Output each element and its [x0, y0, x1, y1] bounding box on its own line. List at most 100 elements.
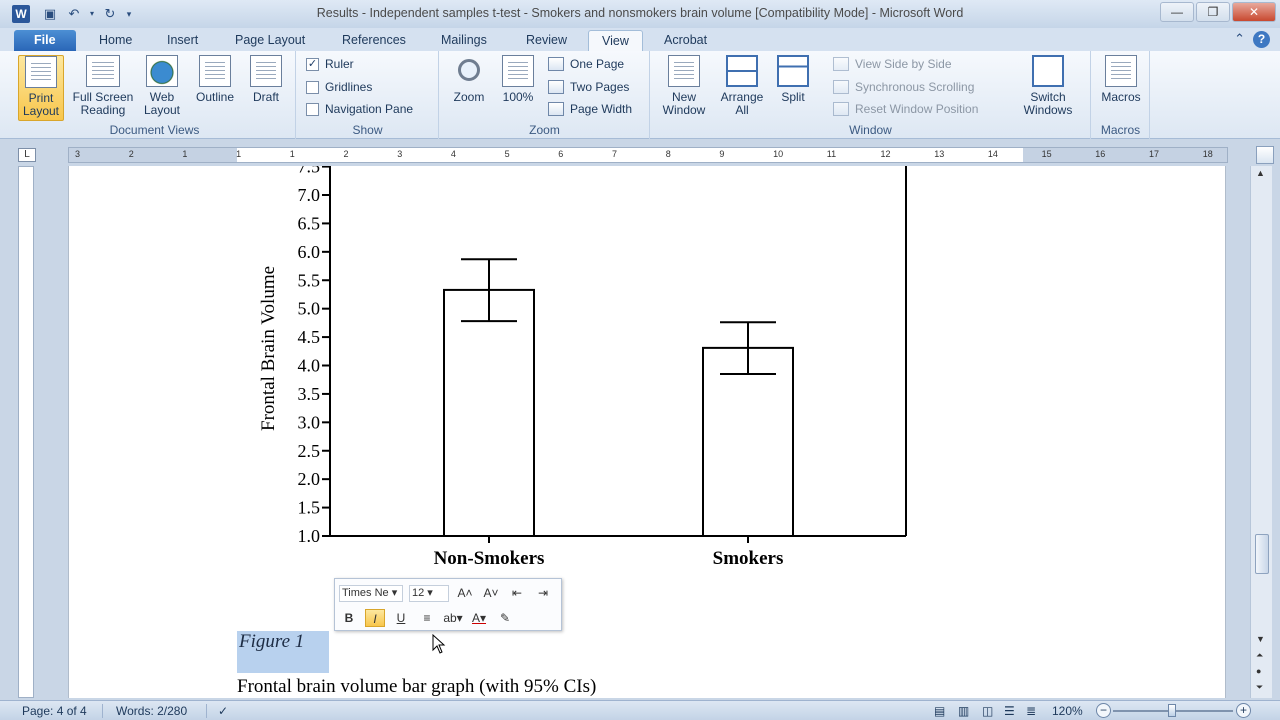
- zoom-level[interactable]: 120%: [1052, 704, 1083, 718]
- zoom-out-icon[interactable]: −: [1096, 703, 1111, 718]
- grow-font-icon[interactable]: A˄: [455, 584, 475, 602]
- draft-icon: [250, 55, 282, 87]
- draft-button[interactable]: Draft: [246, 55, 286, 104]
- split-button[interactable]: Split: [773, 55, 813, 104]
- print-layout-button[interactable]: Print Layout: [18, 55, 64, 121]
- document-page[interactable]: [68, 166, 1226, 698]
- navigation-pane-checkbox[interactable]: Navigation Pane: [306, 102, 413, 116]
- zoom-in-icon[interactable]: +: [1236, 703, 1251, 718]
- vertical-ruler[interactable]: [18, 166, 34, 698]
- tab-home[interactable]: Home: [93, 30, 138, 51]
- outline-button[interactable]: Outline: [190, 55, 240, 104]
- new-window-icon: [668, 55, 700, 87]
- full-screen-reading-icon: [86, 55, 120, 87]
- arrange-all-button[interactable]: Arrange All: [715, 55, 769, 117]
- font-size-dropdown[interactable]: 12 ▾: [409, 584, 449, 602]
- maximize-button[interactable]: ❐: [1196, 2, 1230, 22]
- synchronous-scrolling-button[interactable]: Synchronous Scrolling: [833, 80, 974, 94]
- scroll-down-icon[interactable]: ▼: [1256, 634, 1265, 644]
- next-page-icon[interactable]: ⏷: [1256, 682, 1263, 693]
- help-icon[interactable]: ?: [1253, 31, 1270, 48]
- ruler-number: 3: [397, 149, 403, 159]
- ruler-number: 1: [182, 149, 188, 159]
- decrease-indent-icon[interactable]: ⇤: [507, 584, 527, 602]
- page-count[interactable]: Page: 4 of 4: [22, 704, 87, 718]
- shrink-font-icon[interactable]: A˅: [481, 584, 501, 602]
- new-window-button[interactable]: New Window: [657, 55, 711, 117]
- increase-indent-icon[interactable]: ⇥: [533, 584, 553, 602]
- web-layout-view-icon[interactable]: ◫: [982, 704, 993, 718]
- view-ruler-button[interactable]: [1256, 146, 1274, 164]
- mini-toolbar: Times Ne ▾ 12 ▾ A˄ A˅ ⇤ ⇥ B I U ≡ ab▾ A▾…: [334, 578, 562, 631]
- ruler-check-icon: ✓: [306, 57, 319, 71]
- underline-button[interactable]: U: [391, 609, 411, 627]
- tab-file[interactable]: File: [14, 30, 76, 51]
- outline-icon: [199, 55, 231, 87]
- ruler-number: 2: [343, 149, 349, 159]
- tab-references[interactable]: References: [336, 30, 412, 51]
- tab-mailings[interactable]: Mailings: [435, 30, 493, 51]
- figure-caption[interactable]: Frontal brain volume bar graph (with 95%…: [237, 676, 596, 698]
- format-painter-icon[interactable]: ✎: [495, 609, 515, 627]
- highlight-icon[interactable]: ab▾: [443, 609, 463, 627]
- previous-page-icon[interactable]: ⏶: [1256, 650, 1263, 661]
- switch-windows-button[interactable]: Switch Windows: [1011, 55, 1085, 117]
- page-width-button[interactable]: Page Width: [548, 102, 632, 116]
- tab-page-layout[interactable]: Page Layout: [229, 30, 311, 51]
- close-button[interactable]: ✕: [1232, 2, 1276, 22]
- scroll-up-icon[interactable]: ▲: [1256, 168, 1265, 178]
- word-count[interactable]: Words: 2/280: [116, 704, 187, 718]
- web-layout-button[interactable]: Web Layout: [142, 55, 182, 117]
- italic-button[interactable]: I: [365, 609, 385, 627]
- select-browse-object-icon[interactable]: ●: [1256, 666, 1261, 676]
- zoom-button[interactable]: Zoom: [448, 55, 490, 104]
- ruler-checkbox[interactable]: ✓ Ruler: [306, 57, 354, 71]
- ribbon-tabs: File Home Insert Page Layout References …: [0, 28, 1280, 51]
- one-page-icon: [548, 57, 564, 71]
- tab-selector-button[interactable]: L: [18, 148, 36, 162]
- split-icon: [777, 55, 809, 87]
- magnifier-icon: [458, 59, 480, 81]
- print-layout-view-icon[interactable]: ▤: [934, 704, 945, 718]
- status-separator: [102, 704, 103, 718]
- two-pages-button[interactable]: Two Pages: [548, 80, 629, 94]
- font-name-dropdown[interactable]: Times Ne ▾: [339, 584, 403, 602]
- arrange-all-icon: [726, 55, 758, 87]
- proofing-icon[interactable]: ✓: [218, 704, 228, 718]
- full-screen-reading-button[interactable]: Full Screen Reading: [68, 55, 138, 117]
- zoom-100-button[interactable]: 100%: [498, 55, 538, 104]
- ribbon: Print Layout Full Screen Reading Web Lay…: [0, 51, 1280, 139]
- minimize-ribbon-icon[interactable]: ⌃: [1234, 31, 1245, 48]
- macros-button[interactable]: Macros: [1098, 55, 1144, 104]
- web-layout-icon: [146, 55, 178, 87]
- one-page-button[interactable]: One Page: [548, 57, 624, 71]
- gridlines-check-icon: [306, 80, 319, 94]
- tab-view[interactable]: View: [588, 30, 643, 51]
- ruler-number: 7: [612, 149, 618, 159]
- group-show: ✓ Ruler Gridlines Navigation Pane Show: [297, 51, 439, 139]
- tab-acrobat[interactable]: Acrobat: [658, 30, 713, 51]
- switch-windows-icon: [1032, 55, 1064, 87]
- group-label-window: Window: [849, 123, 892, 137]
- ruler-number: 16: [1095, 149, 1106, 159]
- vertical-scrollbar[interactable]: ▲ ▼ ⏶ ● ⏷: [1250, 166, 1272, 698]
- center-align-icon[interactable]: ≡: [417, 609, 437, 627]
- ruler-number: 13: [934, 149, 945, 159]
- zoom-slider-thumb[interactable]: [1168, 704, 1176, 717]
- status-bar: Page: 4 of 4 Words: 2/280 ✓ ▤ ▥ ◫ ☰ ≣ 12…: [0, 700, 1280, 720]
- outline-view-icon[interactable]: ☰: [1004, 704, 1015, 718]
- horizontal-ruler[interactable]: 3 2 1 1 1 2 3 4 5 6 7 8 9 10 11 12 13 14 15 16 17 18: [68, 147, 1228, 163]
- figure-label[interactable]: Figure 1: [237, 631, 329, 673]
- draft-view-icon[interactable]: ≣: [1026, 704, 1036, 718]
- tab-review[interactable]: Review: [520, 30, 573, 51]
- scroll-thumb[interactable]: [1255, 534, 1269, 574]
- reset-window-position-button[interactable]: Reset Window Position: [833, 102, 978, 116]
- gridlines-checkbox[interactable]: Gridlines: [306, 80, 372, 94]
- full-screen-reading-view-icon[interactable]: ▥: [958, 704, 969, 718]
- ruler-number: 6: [558, 149, 564, 159]
- minimize-button[interactable]: —: [1160, 2, 1194, 22]
- view-side-by-side-button[interactable]: View Side by Side: [833, 57, 952, 71]
- bold-button[interactable]: B: [339, 609, 359, 627]
- font-color-icon[interactable]: A▾: [469, 609, 489, 627]
- tab-insert[interactable]: Insert: [161, 30, 204, 51]
